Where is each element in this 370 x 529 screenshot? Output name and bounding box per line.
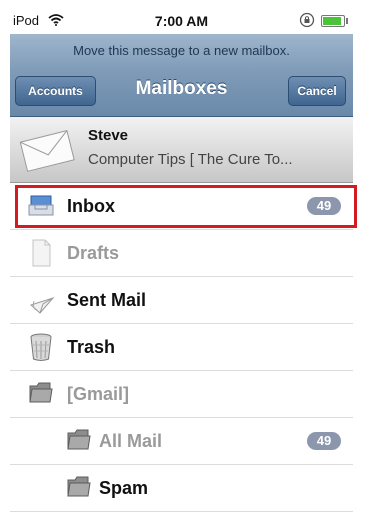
- folder-icon: [66, 426, 92, 457]
- message-preview: Steve Computer Tips [ The Cure To...: [10, 117, 353, 183]
- cancel-button[interactable]: Cancel: [288, 76, 346, 106]
- drafts-icon: [28, 238, 54, 273]
- mailbox-gmail-folder: [Gmail]: [10, 371, 353, 418]
- message-subject: Computer Tips [ The Cure To...: [88, 151, 293, 168]
- folder-icon: [28, 379, 54, 410]
- mailbox-all-mail[interactable]: All Mail 49: [10, 418, 353, 465]
- message-sender: Steve: [88, 127, 129, 144]
- mailbox-label: [Gmail]: [67, 384, 130, 404]
- navigation-bar: Move this message to a new mailbox. Acco…: [10, 34, 353, 117]
- mailbox-sent-mail[interactable]: Sent Mail: [10, 277, 353, 324]
- mailbox-drafts: Drafts: [10, 230, 353, 277]
- orientation-lock-icon: [299, 12, 315, 33]
- mailbox-label: Spam: [99, 478, 149, 498]
- mailbox-trash[interactable]: Trash: [10, 324, 353, 371]
- mailbox-label: All Mail: [99, 431, 163, 451]
- inbox-highlight-box: [15, 185, 357, 228]
- sent-mail-icon: [28, 285, 56, 320]
- status-bar: iPod 7:00 AM: [10, 8, 353, 34]
- mail-app-screen: iPod 7:00 AM Move this message to a new …: [10, 0, 353, 529]
- unread-count-badge: 49: [307, 432, 341, 450]
- mailbox-spam[interactable]: Spam: [10, 465, 353, 512]
- trash-icon: [28, 332, 54, 367]
- mailbox-label: Drafts: [67, 243, 120, 263]
- battery-icon: [321, 15, 348, 27]
- move-prompt: Move this message to a new mailbox.: [73, 43, 290, 58]
- folder-icon: [66, 473, 92, 504]
- envelope-icon: [18, 127, 76, 178]
- mailbox-label: Trash: [67, 337, 116, 357]
- mailbox-label: Sent Mail: [67, 290, 147, 310]
